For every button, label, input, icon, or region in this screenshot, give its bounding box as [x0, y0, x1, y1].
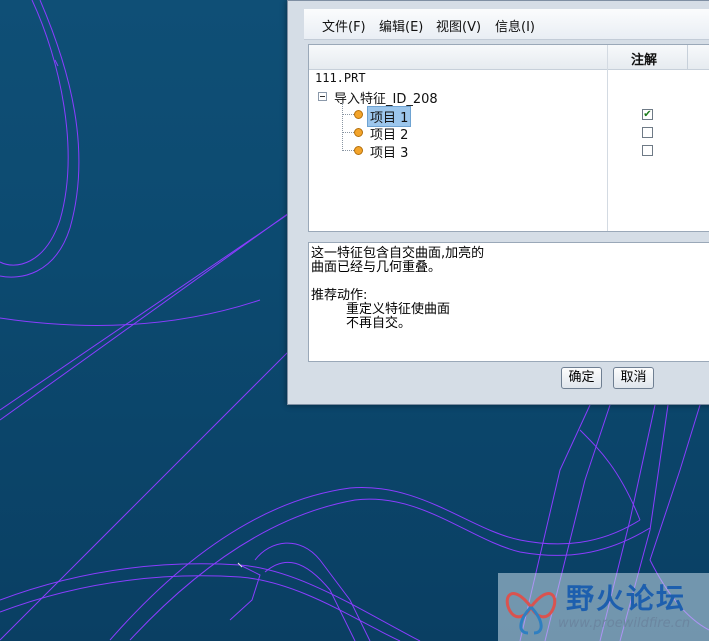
- tree-connector: [342, 132, 354, 133]
- feature-item-icon: [354, 128, 363, 137]
- message-panel: 这一特征包含自交曲面,加亮的 曲面已经与几何重叠。 推荐动作: 重定义特征使曲面…: [308, 242, 709, 362]
- header-divider: [687, 45, 688, 69]
- message-line: 不再自交。: [346, 316, 412, 331]
- message-line: 这一特征包含自交曲面,加亮的: [311, 246, 485, 261]
- cancel-button[interactable]: 取消: [613, 367, 654, 389]
- annotation-checkbox-1[interactable]: ✔: [642, 109, 653, 120]
- menu-edit[interactable]: 编辑(E): [379, 16, 423, 35]
- tree-connector: [342, 103, 343, 151]
- site-watermark: 野火论坛 www.proewildfire.cn: [498, 573, 709, 641]
- feature-info-dialog: 文件(F) 编辑(E) 视图(V) 信息(I) 注解 111.PRT 导入特征_…: [287, 0, 709, 405]
- menu-info[interactable]: 信息(I): [495, 16, 535, 35]
- tree-item-2[interactable]: 项目 2: [370, 124, 408, 143]
- column-header-annotation[interactable]: 注解: [631, 49, 657, 68]
- message-line: 曲面已经与几何重叠。: [311, 260, 442, 275]
- annotation-checkbox-3[interactable]: [642, 145, 653, 156]
- butterfly-logo-icon: [505, 592, 557, 635]
- watermark-title: 野火论坛: [566, 582, 687, 615]
- ok-button[interactable]: 确定: [561, 367, 602, 389]
- annotation-checkbox-2[interactable]: [642, 127, 653, 138]
- feature-tree-panel: 注解 111.PRT 导入特征_ID_208 项目 1 ✔ 项目 2 项目 3: [308, 44, 709, 232]
- feature-item-icon: [354, 146, 363, 155]
- tree-feature-label[interactable]: 导入特征_ID_208: [334, 88, 438, 107]
- menu-bar: 文件(F) 编辑(E) 视图(V) 信息(I): [304, 9, 709, 40]
- message-line: 重定义特征使曲面: [346, 302, 451, 317]
- feature-item-icon: [354, 110, 363, 119]
- collapse-toggle-icon[interactable]: [318, 92, 327, 101]
- watermark-url: www.proewildfire.cn: [558, 616, 691, 631]
- tree-column-header: 注解: [309, 45, 709, 70]
- menu-file[interactable]: 文件(F): [322, 16, 366, 35]
- message-heading: 推荐动作:: [311, 288, 368, 303]
- menu-view[interactable]: 视图(V): [436, 16, 481, 35]
- tree-connector: [342, 150, 354, 151]
- column-divider: [607, 45, 608, 231]
- tree-root-label[interactable]: 111.PRT: [315, 71, 366, 85]
- tree-item-3[interactable]: 项目 3: [370, 142, 408, 161]
- tree-connector: [342, 114, 354, 115]
